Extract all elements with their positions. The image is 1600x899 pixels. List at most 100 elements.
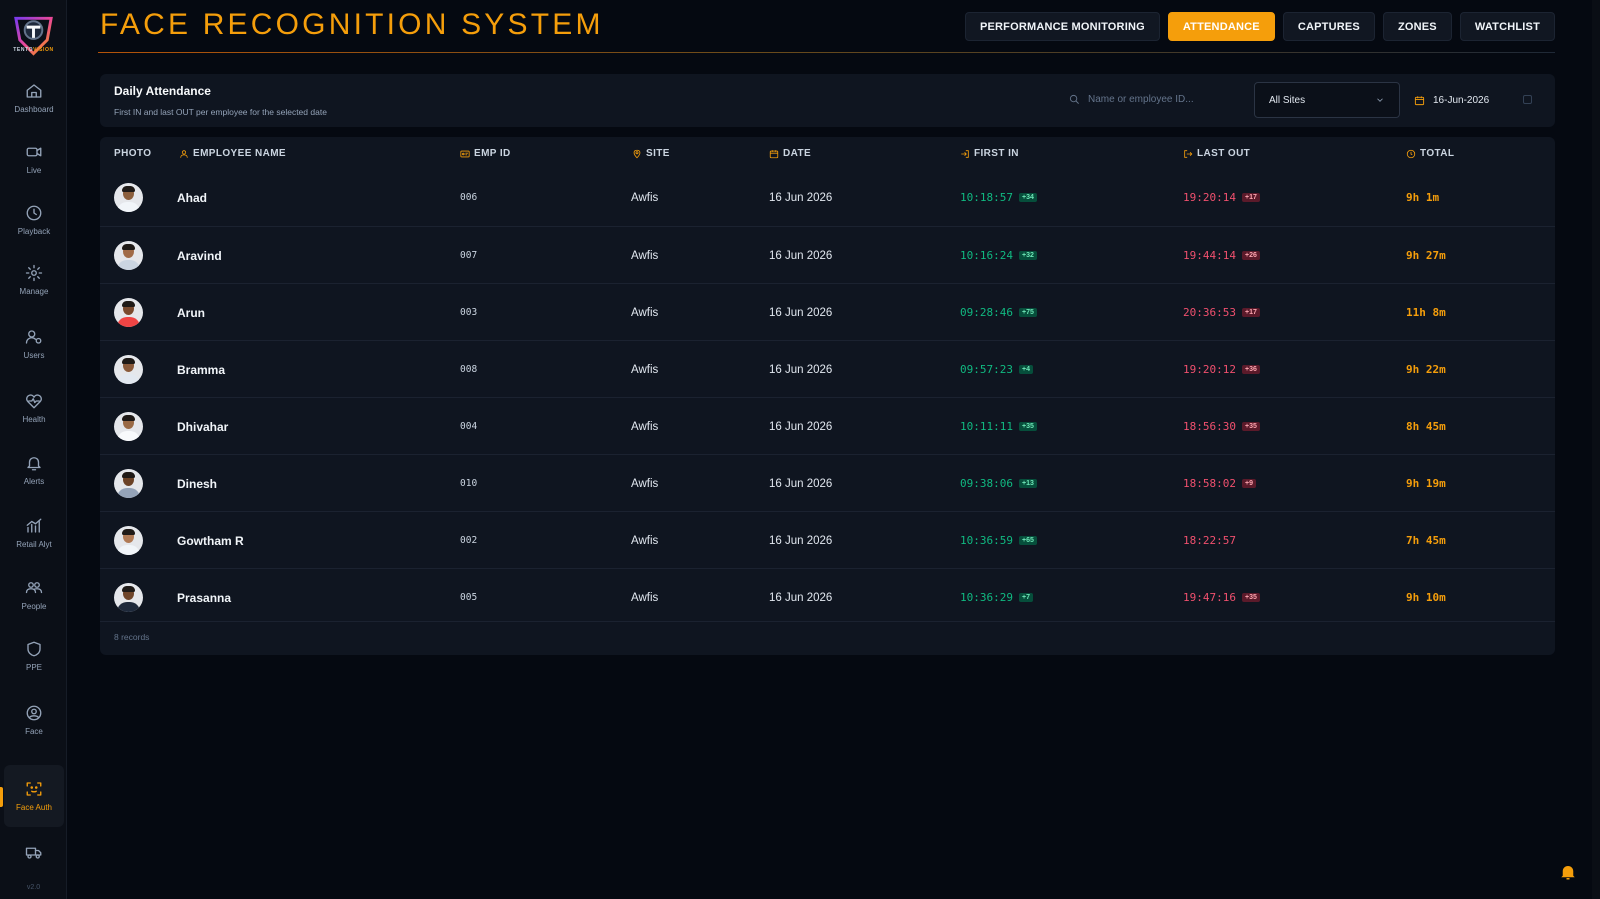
last-out-time: 19:20:12	[1183, 363, 1236, 376]
sidebar-item-users[interactable]: Users	[4, 314, 64, 374]
in-count-badge: +35	[1018, 422, 1037, 431]
column-header-photo[interactable]: PHOTO	[114, 148, 151, 159]
user-circle-icon	[26, 705, 42, 721]
sidebar-item-label: Face Auth	[15, 803, 53, 812]
first-in-time: 10:16:24	[960, 249, 1013, 262]
sidebar-item-face[interactable]: Face	[4, 690, 64, 750]
first-in-time: 09:57:23	[960, 363, 1013, 376]
sidebar-item-label: People	[21, 602, 47, 611]
employee-name[interactable]: Dinesh	[177, 455, 217, 512]
column-header-last-out[interactable]: LAST OUT	[1183, 148, 1250, 159]
sidebar-item-live[interactable]: Live	[4, 129, 64, 189]
site-name: Awfis	[631, 477, 659, 490]
tab-performance-monitoring[interactable]: PERFORMANCE MONITORING	[964, 12, 1160, 41]
column-header-total[interactable]: TOTAL	[1406, 148, 1454, 159]
sidebar-item-people[interactable]: People	[4, 565, 64, 625]
scrollbar[interactable]	[1592, 0, 1600, 899]
last-out-time: 18:58:02	[1183, 477, 1236, 490]
heart-pulse-icon	[26, 394, 42, 409]
first-in-time: 10:18:57	[960, 191, 1013, 204]
employee-name[interactable]: Prasanna	[177, 569, 231, 626]
in-count-badge: +7	[1018, 593, 1033, 602]
first-in-time: 10:36:29	[960, 591, 1013, 604]
first-in-time: 10:36:59	[960, 534, 1013, 547]
photo-cell	[114, 512, 143, 569]
sidebar-item-manage[interactable]: Manage	[4, 250, 64, 310]
photo-cell	[114, 398, 143, 455]
id-card-icon	[460, 150, 470, 157]
first-in-cell: 10:36:59 +65	[960, 512, 1037, 569]
table-row[interactable]: Dinesh 010 Awfis 16 Jun 2026 09:38:06 +13 18:5…	[100, 454, 1555, 511]
avatar	[114, 298, 143, 327]
table-row[interactable]: Dhivahar 004 Awfis 16 Jun 2026 10:11:11 +35 18…	[100, 397, 1555, 454]
table-row[interactable]: Prasanna 005 Awfis 16 Jun 2026 10:36:29 +7 19:…	[100, 568, 1555, 625]
employee-name[interactable]: Dhivahar	[177, 398, 228, 455]
site-name: Awfis	[631, 591, 659, 604]
photo-cell	[114, 169, 143, 226]
employee-name[interactable]: Gowtham R	[177, 512, 244, 569]
column-header-employee-name[interactable]: EMPLOYEE NAME	[179, 148, 286, 159]
column-header-emp-id[interactable]: EMP ID	[460, 148, 511, 159]
first-in-cell: 09:38:06 +13	[960, 455, 1037, 512]
in-count-badge: +4	[1018, 365, 1033, 374]
tab-captures[interactable]: CAPTURES	[1282, 12, 1375, 41]
avatar	[114, 526, 143, 555]
sidebar-item-label: Users	[23, 351, 45, 360]
last-out-cell: 18:22:57	[1183, 512, 1236, 569]
employee-id: 008	[460, 364, 478, 375]
notification-bell-icon[interactable]	[1559, 862, 1577, 882]
tab-attendance[interactable]: ATTENDANCE	[1167, 12, 1275, 41]
sidebar-item-health[interactable]: Health	[4, 378, 64, 438]
attendance-date: 16 Jun 2026	[769, 306, 833, 319]
user-icon	[180, 149, 188, 158]
search-icon	[1069, 94, 1079, 104]
sidebar-item-alerts[interactable]: Alerts	[4, 440, 64, 500]
site-select-value: All Sites	[1269, 94, 1306, 106]
table-row[interactable]: Ahad 006 Awfis 16 Jun 2026 10:18:57 +34 19:20:…	[100, 169, 1555, 226]
first-in-time: 10:11:11	[960, 420, 1013, 433]
employee-name[interactable]: Arun	[177, 284, 205, 341]
out-count-badge: +35	[1241, 593, 1260, 602]
employee-name[interactable]: Aravind	[177, 227, 222, 284]
attendance-date: 16 Jun 2026	[769, 477, 833, 490]
table-row[interactable]: Aravind 007 Awfis 16 Jun 2026 10:16:24 +32 19:…	[100, 226, 1555, 283]
last-out-cell: 20:36:53 +17	[1183, 284, 1260, 341]
sidebar-item-vehicle[interactable]	[4, 822, 64, 882]
login-icon	[961, 149, 969, 158]
photo-cell	[114, 455, 143, 512]
tab-zones[interactable]: ZONES	[1382, 12, 1452, 41]
last-out-cell: 18:58:02 +9	[1183, 455, 1256, 512]
last-out-time: 20:36:53	[1183, 306, 1236, 319]
site-select[interactable]: All Sites	[1254, 82, 1400, 118]
calendar-icon	[1414, 95, 1425, 105]
first-in-cell: 10:36:29 +7	[960, 569, 1033, 626]
clock-icon	[26, 205, 42, 221]
gear-icon	[25, 264, 43, 282]
tab-watchlist[interactable]: WATCHLIST	[1459, 12, 1555, 41]
sidebar-item-label: Playback	[17, 227, 51, 236]
in-count-badge: +13	[1018, 479, 1037, 488]
table-row[interactable]: Arun 003 Awfis 16 Jun 2026 09:28:46 +75 20:36:…	[100, 283, 1555, 340]
employee-name[interactable]: Ahad	[177, 169, 207, 226]
calendar-picker-icon[interactable]	[1523, 95, 1532, 104]
sidebar-item-retail-alyt[interactable]: Retail Alyt	[4, 503, 64, 563]
date-picker[interactable]: 16-Jun-2026	[1412, 82, 1544, 118]
column-header-date[interactable]: DATE	[769, 148, 811, 159]
sidebar-item-playback[interactable]: Playback	[4, 190, 64, 250]
clock-icon	[1406, 149, 1416, 158]
out-count-badge: +17	[1241, 193, 1260, 202]
sidebar-item-face-auth[interactable]: Face Auth	[4, 765, 64, 827]
employee-name[interactable]: Bramma	[177, 341, 225, 398]
sidebar-item-ppe[interactable]: PPE	[4, 626, 64, 686]
column-header-first-in[interactable]: FIRST IN	[960, 148, 1019, 159]
search-input[interactable]	[1088, 94, 1238, 105]
first-in-cell: 10:18:57 +34	[960, 169, 1037, 226]
table-row[interactable]: Gowtham R 002 Awfis 16 Jun 2026 10:36:59 +65 1…	[100, 511, 1555, 568]
table-row[interactable]: Bramma 008 Awfis 16 Jun 2026 09:57:23 +4 19:20…	[100, 340, 1555, 397]
employee-id: 002	[460, 535, 478, 546]
avatar	[114, 241, 143, 270]
column-header-site[interactable]: SITE	[632, 148, 670, 159]
sidebar-item-dashboard[interactable]: Dashboard	[4, 68, 64, 128]
attendance-date: 16 Jun 2026	[769, 420, 833, 433]
attendance-date: 16 Jun 2026	[769, 191, 833, 204]
